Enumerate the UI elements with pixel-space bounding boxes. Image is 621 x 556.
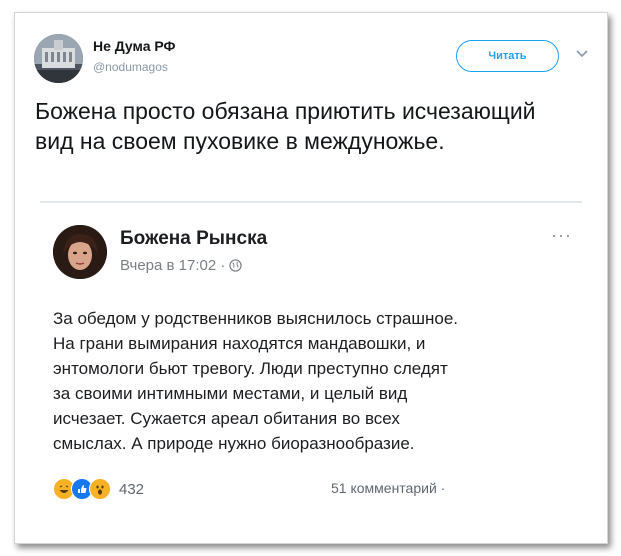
follow-button[interactable]: Читать xyxy=(456,40,559,72)
building-avatar-image xyxy=(34,34,83,83)
reactions-count: 432 xyxy=(119,480,145,498)
author-photo xyxy=(53,225,107,279)
post-meta: Вчера в 17:02 · xyxy=(120,257,243,274)
display-name[interactable]: Не Дума РФ xyxy=(93,38,175,54)
more-options-icon[interactable]: ··· xyxy=(551,225,572,246)
post-timestamp[interactable]: Вчера в 17:02 · xyxy=(120,257,225,274)
tweet-text: Божена просто обязана приютить исчезающи… xyxy=(35,98,536,154)
embedded-facebook-post: Божена Рынска Вчера в 17:02 · ··· За обе… xyxy=(40,201,582,503)
user-handle[interactable]: @nodumagos xyxy=(93,60,168,74)
comments-count[interactable]: 51 комментарий · xyxy=(331,480,445,496)
post-text: За обедом у родственников выяснилось стр… xyxy=(53,309,459,453)
chevron-down-icon[interactable] xyxy=(575,49,589,59)
tweet-card: Не Дума РФ @nodumagos Читать Божена прос… xyxy=(14,12,608,544)
avatar[interactable] xyxy=(34,34,83,83)
author-avatar[interactable] xyxy=(53,225,107,279)
post-author-name[interactable]: Божена Рынска xyxy=(120,228,267,250)
wow-icon xyxy=(89,478,111,500)
globe-icon xyxy=(229,259,243,272)
reactions-summary[interactable]: 432 xyxy=(53,478,144,500)
